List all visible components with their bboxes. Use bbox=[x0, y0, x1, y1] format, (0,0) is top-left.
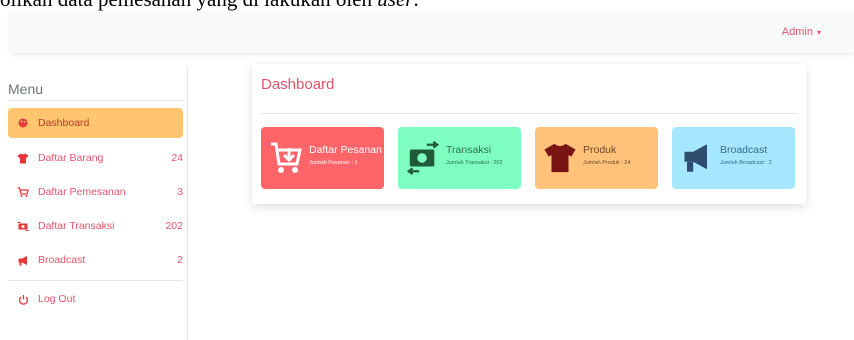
tile-subtitle: Jumlah Pesanan : 1 bbox=[309, 160, 358, 166]
money-exchange-icon bbox=[406, 137, 440, 179]
palette-icon bbox=[8, 118, 38, 128]
divider bbox=[261, 113, 797, 114]
document-caption: olikan data pemesanan yang di lakukan ol… bbox=[0, 0, 854, 11]
sidebar-item-broadcast[interactable]: Broadcast 2 bbox=[8, 245, 183, 275]
sidebar-item-dashboard[interactable]: Dashboard bbox=[8, 108, 183, 138]
sidebar-item-count: 3 bbox=[177, 186, 183, 198]
sidebar-item-logout[interactable]: Log Out bbox=[8, 284, 183, 314]
power-icon bbox=[8, 294, 38, 305]
sidebar: Menu Dashboard Daftar Barang 24 Daftar P… bbox=[0, 66, 188, 340]
sidebar-item-count: 24 bbox=[171, 152, 183, 164]
divider bbox=[8, 280, 183, 281]
tile-transaksi[interactable]: Transaksi Jumlah Transaksi : 202 bbox=[398, 127, 521, 189]
tile-produk[interactable]: Produk Jumlah Produk : 24 bbox=[535, 127, 658, 189]
dashboard-card: Dashboard Daftar Pesanan Jumlah Pesanan … bbox=[252, 64, 806, 204]
sidebar-title: Menu bbox=[8, 81, 44, 97]
sidebar-item-daftar-pemesanan[interactable]: Daftar Pemesanan 3 bbox=[8, 177, 183, 207]
caption-text: olikan data pemesanan yang di lakukan ol… bbox=[0, 0, 377, 11]
cart-icon bbox=[8, 186, 38, 198]
tile-title: Produk bbox=[583, 144, 617, 156]
top-navbar: Admin ▾ bbox=[10, 11, 854, 53]
sidebar-item-count: 202 bbox=[165, 220, 183, 232]
tile-subtitle: Jumlah Broadcast : 2 bbox=[720, 160, 772, 166]
tshirt-icon bbox=[8, 153, 38, 164]
caption-italic: user bbox=[377, 0, 413, 11]
sidebar-item-daftar-transaksi[interactable]: Daftar Transaksi 202 bbox=[8, 211, 183, 241]
caption-end: . bbox=[413, 0, 418, 11]
tile-daftar-pesanan[interactable]: Daftar Pesanan Jumlah Pesanan : 1 bbox=[261, 127, 384, 189]
cart-download-icon bbox=[269, 137, 303, 179]
admin-user-menu[interactable]: Admin ▾ bbox=[782, 26, 821, 38]
admin-label: Admin bbox=[781, 26, 813, 38]
megaphone-icon bbox=[8, 255, 38, 266]
sidebar-item-label: Broadcast bbox=[38, 254, 86, 266]
sidebar-item-label: Daftar Transaksi bbox=[38, 220, 115, 232]
sidebar-item-count: 2 bbox=[177, 254, 183, 266]
sidebar-item-daftar-barang[interactable]: Daftar Barang 24 bbox=[8, 143, 183, 173]
megaphone-icon bbox=[680, 137, 714, 179]
tile-subtitle: Jumlah Produk : 24 bbox=[583, 160, 631, 166]
sidebar-item-label: Log Out bbox=[38, 293, 76, 305]
divider bbox=[8, 100, 183, 101]
sidebar-item-label: Dashboard bbox=[38, 117, 90, 129]
tile-title: Transaksi bbox=[446, 144, 492, 156]
tile-broadcast[interactable]: Broadcast Jumlah Broadcast : 2 bbox=[672, 127, 795, 189]
tshirt-icon bbox=[543, 137, 577, 179]
sidebar-item-label: Daftar Pemesanan bbox=[38, 186, 126, 198]
tile-title: Broadcast bbox=[720, 144, 768, 156]
page-title: Dashboard bbox=[261, 76, 335, 93]
sidebar-item-label: Daftar Barang bbox=[38, 152, 104, 164]
money-exchange-icon bbox=[8, 221, 38, 232]
tile-subtitle: Jumlah Transaksi : 202 bbox=[446, 160, 503, 166]
caret-down-icon: ▾ bbox=[816, 28, 821, 37]
tile-title: Daftar Pesanan bbox=[309, 144, 382, 156]
